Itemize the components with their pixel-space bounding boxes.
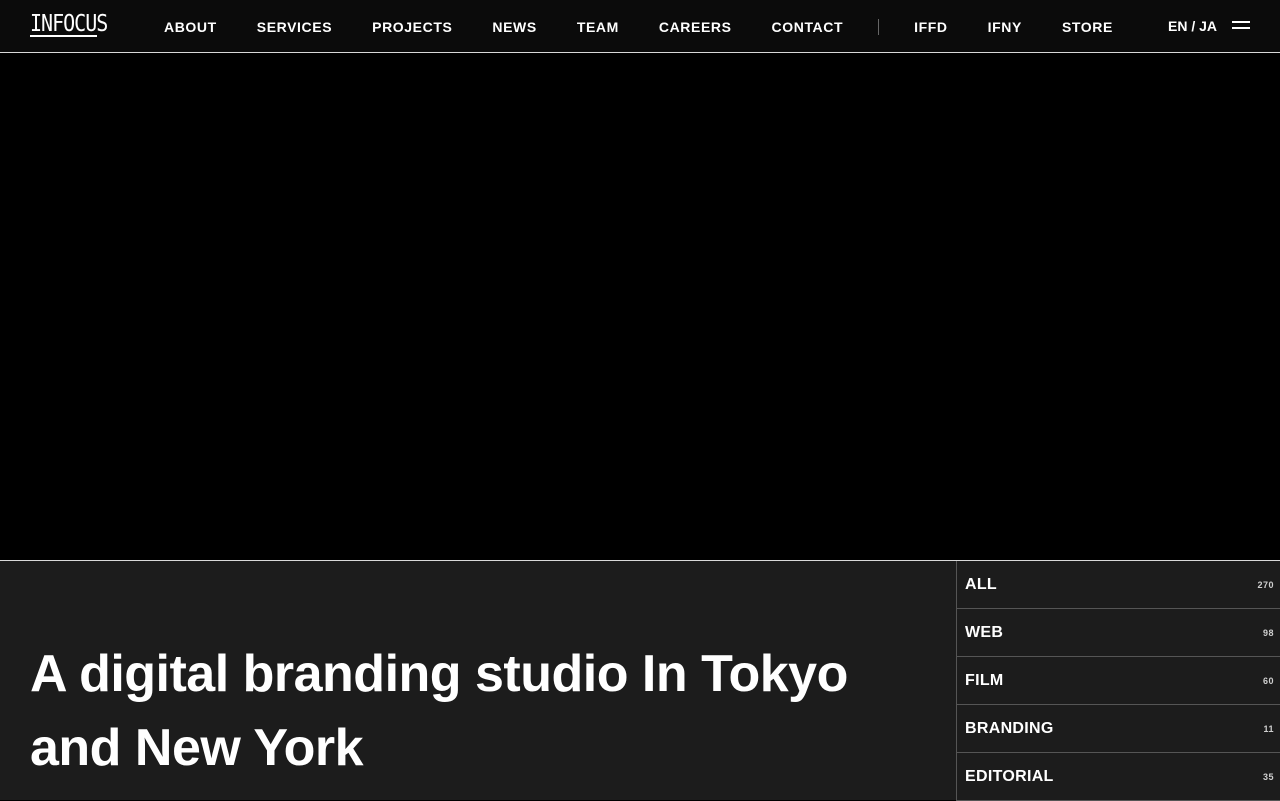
category-label: ALL	[965, 575, 998, 593]
category-label: EDITORIAL	[965, 767, 1054, 785]
category-film[interactable]: FILM 60	[957, 657, 1280, 705]
category-all[interactable]: ALL 270	[957, 561, 1280, 609]
nav-careers-link[interactable]: CAREERS	[659, 19, 732, 35]
language-switch[interactable]: EN / JA	[1168, 18, 1217, 34]
main-nav: ABOUT SERVICES PROJECTS NEWS TEAM CAREER…	[164, 0, 1153, 53]
category-count: 60	[1262, 675, 1274, 686]
category-count: 35	[1262, 771, 1274, 782]
nav-store-link[interactable]: STORE	[1062, 19, 1113, 35]
category-label: BRANDING	[965, 719, 1054, 737]
top-navigation-bar: INFOCUS ABOUT SERVICES PROJECTS NEWS TEA…	[0, 0, 1280, 53]
nav-news-link[interactable]: NEWS	[492, 19, 536, 35]
nav-ifny-link[interactable]: IFNY	[988, 19, 1022, 35]
category-label: WEB	[965, 623, 1004, 641]
infocus-logo[interactable]: INFOCUS	[30, 9, 108, 37]
nav-iffd-link[interactable]: IFFD	[914, 19, 948, 35]
project-category-filter: ALL 270 WEB 98 FILM 60 BRANDING 11 EDITO…	[956, 561, 1280, 801]
category-count: 11	[1263, 723, 1274, 734]
nav-projects-link[interactable]: PROJECTS	[372, 19, 452, 35]
nav-services-link[interactable]: SERVICES	[257, 19, 332, 35]
hamburger-line	[1232, 21, 1250, 23]
hamburger-line	[1232, 27, 1250, 29]
studio-headline: A digital branding studio In Tokyo and N…	[30, 645, 848, 777]
category-count: 98	[1262, 627, 1274, 638]
category-web[interactable]: WEB 98	[957, 609, 1280, 657]
category-editorial[interactable]: EDITORIAL 35	[957, 753, 1280, 801]
nav-team-link[interactable]: TEAM	[577, 19, 619, 35]
hamburger-menu-icon[interactable]	[1232, 21, 1250, 31]
logo-text: INFOCUS	[30, 9, 108, 37]
category-count: 270	[1257, 579, 1274, 590]
category-branding[interactable]: BRANDING 11	[957, 705, 1280, 753]
nav-divider	[878, 18, 880, 35]
hero-media-area	[0, 53, 1280, 560]
category-label: FILM	[965, 671, 1004, 689]
nav-about-link[interactable]: ABOUT	[164, 19, 217, 35]
intro-section: A digital branding studio In Tokyo and N…	[0, 560, 1280, 801]
nav-contact-link[interactable]: CONTACT	[772, 19, 844, 35]
